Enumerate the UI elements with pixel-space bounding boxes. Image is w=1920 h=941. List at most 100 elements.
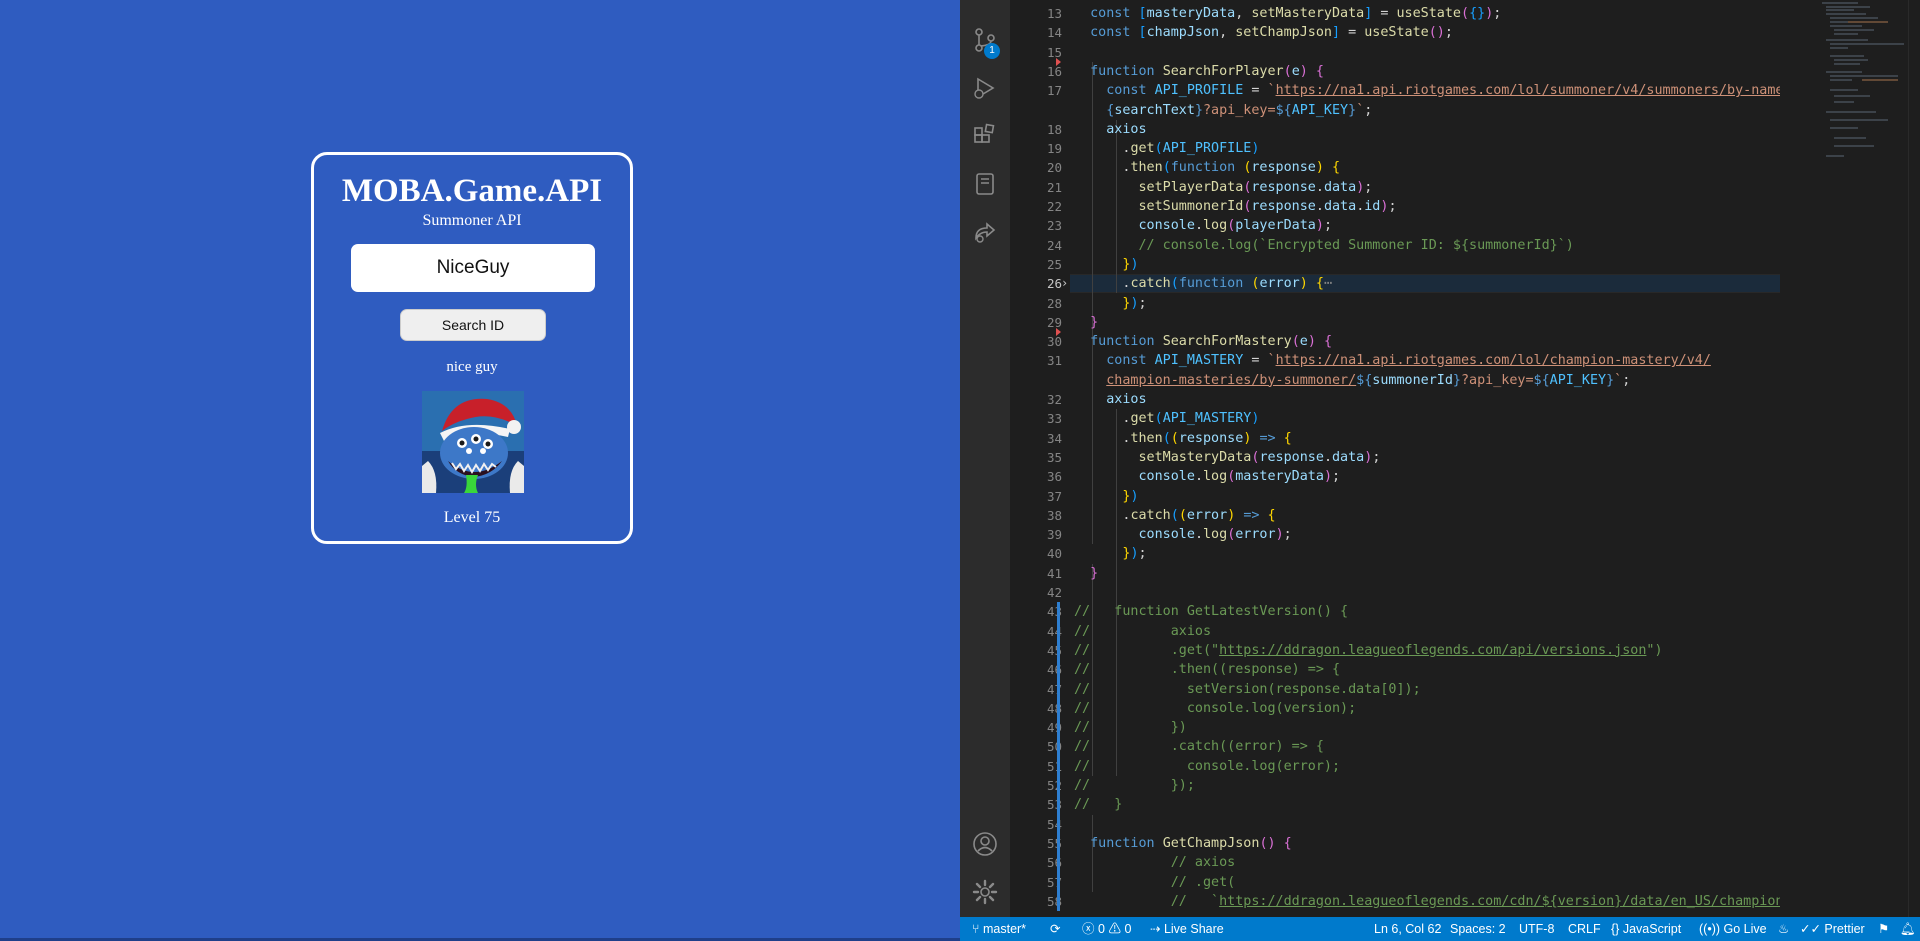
settings-gear-icon[interactable] [971, 878, 999, 906]
search-id-button[interactable]: Search ID [400, 309, 546, 341]
code-line[interactable]: console.log(error); [1074, 525, 1292, 544]
line-number: 20 [1046, 160, 1062, 176]
git-deleted-indicator [1056, 57, 1061, 66]
indentation[interactable]: Spaces: 2 [1450, 917, 1506, 941]
code-line[interactable]: .then(function (response) { [1074, 158, 1340, 177]
code-line[interactable]: .catch((error) => { [1074, 506, 1275, 525]
line-number [1022, 371, 1062, 390]
code-line[interactable]: // .catch((error) => { [1074, 737, 1324, 756]
line-number: 21 [1046, 179, 1062, 195]
code-line[interactable]: // .then((response) => { [1074, 660, 1340, 679]
code-line[interactable]: // .get("https://ddragon.leagueoflegends… [1074, 641, 1663, 660]
code-line[interactable]: function SearchForPlayer(e) { [1074, 62, 1324, 81]
twitter-feedback-icon[interactable]: ♨ [1778, 917, 1789, 941]
code-line[interactable]: const [champJson, setChampJson] = useSta… [1074, 23, 1453, 42]
app-subtitle: Summoner API [422, 212, 522, 229]
code-line[interactable]: // console.log(version); [1074, 699, 1356, 718]
check-double-icon: ✓✓ [1800, 922, 1825, 936]
code-line[interactable]: console.log(masteryData); [1074, 467, 1341, 486]
code-line[interactable]: // }) [1074, 718, 1187, 737]
code-line[interactable]: .then((response) => { [1074, 429, 1291, 448]
line-number: 43 [1046, 604, 1062, 620]
code-line[interactable]: // }); [1074, 776, 1195, 795]
line-number: 17 [1046, 83, 1062, 99]
code-line[interactable]: .catch(function (error) {⋯ [1074, 274, 1332, 293]
live-share-status-item[interactable]: ⇢ Live Share [1150, 917, 1224, 941]
braces-icon: {} [1611, 922, 1623, 936]
code-line[interactable]: // axios [1074, 853, 1236, 872]
code-line[interactable]: const API_PROFILE = `https://na1.api.rio… [1074, 81, 1780, 100]
live-share-icon[interactable] [971, 218, 999, 246]
git-branch-item[interactable]: ⑂ master* [972, 917, 1026, 941]
code-line[interactable]: // console.log(`Encrypted Summoner ID: $… [1074, 236, 1574, 255]
code-line[interactable]: champion-masteries/by-summoner/${summone… [1074, 371, 1630, 390]
language-mode[interactable]: {} JavaScript [1611, 917, 1681, 941]
line-number-gutter: 13 14 15 16 17 18 19 20 21 22 23 24 25 26 28 29 30 31 32 33… [1010, 0, 1070, 917]
player-name: nice guy [446, 359, 498, 375]
line-number: 56 [1046, 855, 1062, 871]
code-line[interactable]: {searchText}?api_key=${API_KEY}`; [1074, 101, 1372, 120]
line-number: 13 [1046, 6, 1062, 21]
code-line[interactable]: console.log(playerData); [1074, 216, 1333, 235]
code-line[interactable]: function GetChampJson() { [1074, 834, 1292, 853]
remote-explorer-icon[interactable] [971, 170, 999, 198]
error-icon: ⓧ [1082, 922, 1095, 936]
code-line[interactable]: axios [1074, 390, 1146, 409]
summoner-card: MOBA.Game.API Summoner API Search ID nic… [311, 152, 633, 544]
code-line[interactable]: setSummonerId(response.data.id); [1074, 197, 1397, 216]
notifications-bell-icon[interactable]: 🔔︎ [1900, 917, 1916, 941]
prettier-item[interactable]: ✓✓ Prettier [1800, 917, 1865, 941]
encoding[interactable]: UTF-8 [1519, 917, 1554, 941]
code-line[interactable]: setPlayerData(response.data); [1074, 178, 1373, 197]
code-line[interactable]: // axios [1074, 622, 1211, 641]
code-line[interactable]: axios [1074, 120, 1146, 139]
extensions-icon[interactable] [971, 122, 999, 150]
code-line[interactable]: .get(API_PROFILE) [1074, 139, 1259, 158]
code-line[interactable]: const [masteryData, setMasteryData] = us… [1074, 4, 1501, 23]
summoner-level: Level 75 [443, 509, 501, 526]
line-number: 54 [1046, 816, 1062, 832]
vscode-window: 1 13 14 15 16 17 18 19 20 21 22 23 24 25 26 28 29 30 31 32… [960, 0, 1920, 941]
run-debug-icon[interactable] [971, 74, 999, 102]
line-number: 58 [1046, 893, 1062, 909]
line-number: 44 [1046, 623, 1062, 639]
errors-count: 0 [1098, 922, 1105, 936]
code-line[interactable]: // .get( [1074, 873, 1236, 892]
code-line[interactable]: // `https://ddragon.leagueoflegends.com/… [1074, 892, 1780, 911]
go-live-item[interactable]: ((•)) Go Live [1699, 917, 1767, 941]
summoner-search-input[interactable] [351, 244, 595, 292]
code-line[interactable]: // } [1074, 795, 1122, 814]
code-line[interactable]: // function GetLatestVersion() { [1074, 602, 1348, 621]
code-line[interactable]: }); [1074, 294, 1146, 313]
warnings-count: 0 [1124, 922, 1132, 936]
code-line[interactable]: }) [1074, 255, 1138, 274]
code-line[interactable]: }) [1074, 487, 1138, 506]
line-number: 38 [1046, 507, 1062, 523]
code-line[interactable]: // console.log(error); [1074, 757, 1340, 776]
browser-app-viewport: MOBA.Game.API Summoner API Search ID nic… [0, 0, 960, 941]
editor-scrollbar[interactable] [1908, 0, 1920, 917]
code-line[interactable]: }); [1074, 544, 1146, 563]
code-editor[interactable]: const [masteryData, setMasteryData] = us… [1070, 0, 1780, 917]
line-number: 18 [1046, 121, 1062, 137]
minimap[interactable] [1818, 0, 1908, 917]
end-of-line[interactable]: CRLF [1568, 917, 1601, 941]
account-icon[interactable] [971, 830, 999, 858]
code-line[interactable]: const API_MASTERY = `https://na1.api.rio… [1074, 351, 1711, 370]
sync-icon[interactable]: ⟳ [1050, 917, 1060, 941]
line-number: 42 [1046, 585, 1062, 600]
code-line[interactable]: setMasteryData(response.data); [1074, 448, 1381, 467]
live-share-label: Live Share [1163, 922, 1224, 936]
activity-bar: 1 [960, 0, 1010, 917]
code-line[interactable]: .get(API_MASTERY) [1074, 409, 1259, 428]
feedback-icon[interactable]: ⚑ [1878, 917, 1889, 941]
problems-item[interactable]: ⓧ 0 ⚠ 0 [1082, 917, 1131, 941]
line-number: 34 [1046, 430, 1062, 446]
code-line[interactable]: } [1074, 313, 1098, 332]
fold-chevron-icon[interactable]: › [1061, 276, 1068, 290]
code-line[interactable]: function SearchForMastery(e) { [1074, 332, 1332, 351]
line-number: 22 [1046, 199, 1062, 214]
cursor-position[interactable]: Ln 6, Col 62 [1374, 917, 1441, 941]
code-line[interactable]: // setVersion(response.data[0]); [1074, 680, 1421, 699]
code-line[interactable]: } [1074, 564, 1098, 583]
